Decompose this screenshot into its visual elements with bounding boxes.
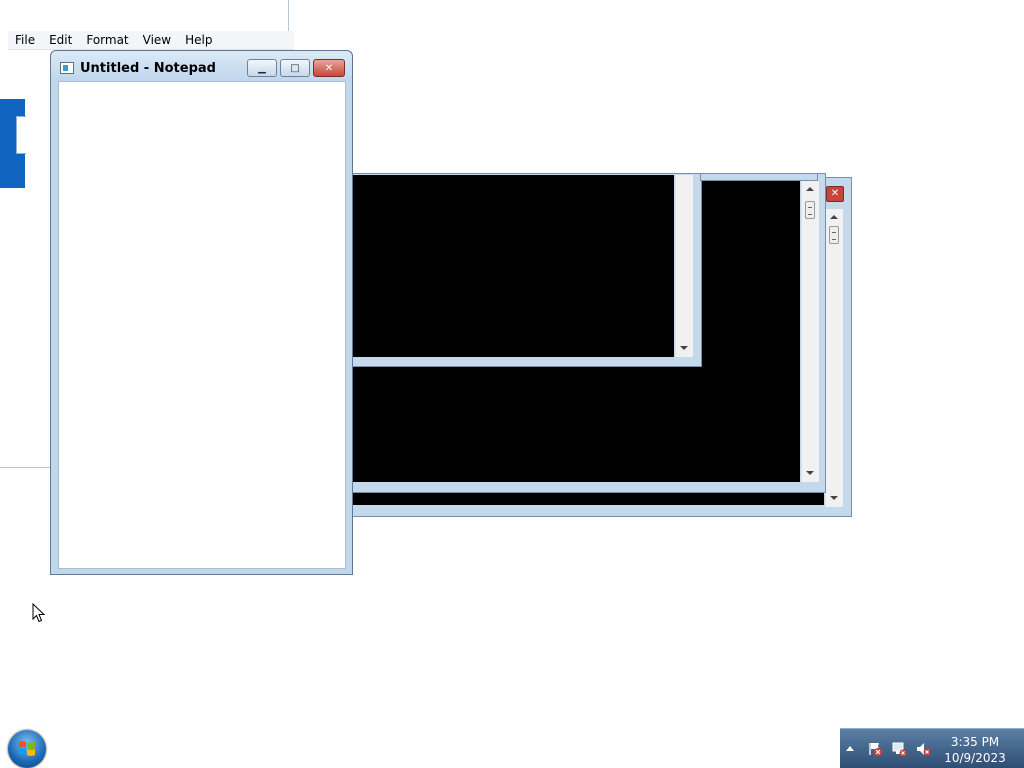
notepad-app-icon — [60, 62, 74, 74]
console-front-scrollbar[interactable] — [801, 181, 819, 482]
scroll-down-arrow-icon[interactable] — [830, 496, 838, 500]
action-center-flag-icon[interactable] — [867, 741, 883, 757]
clock-date: 10/9/2023 — [944, 751, 1006, 765]
start-button[interactable] — [8, 730, 46, 768]
system-tray: 3:35 PM 10/9/2023 — [840, 728, 1024, 768]
console-titlebar-strip — [700, 173, 818, 181]
notepad-text-area[interactable] — [58, 81, 346, 569]
menu-edit[interactable]: Edit — [42, 31, 79, 49]
menu-help[interactable]: Help — [178, 31, 219, 49]
scroll-down-arrow-icon[interactable] — [680, 346, 688, 350]
console-top-output — [352, 175, 674, 357]
console-back-scrollbar[interactable] — [825, 209, 843, 507]
network-icon[interactable] — [891, 741, 907, 757]
show-hidden-icons-icon[interactable] — [846, 746, 854, 751]
menu-view[interactable]: View — [136, 31, 178, 49]
minimize-button[interactable]: ▁ — [247, 59, 277, 77]
menu-bar: File Edit Format View Help — [8, 31, 294, 50]
notepad-window[interactable]: Untitled - Notepad ▁ □ ✕ — [50, 50, 353, 575]
maximize-icon: □ — [290, 62, 300, 74]
mouse-cursor-icon — [32, 603, 46, 623]
menu-file[interactable]: File — [8, 31, 42, 49]
scroll-down-arrow-icon[interactable] — [806, 471, 814, 475]
minimize-icon: ▁ — [258, 62, 266, 74]
taskbar-clock[interactable]: 3:35 PM 10/9/2023 — [940, 734, 1010, 766]
close-button[interactable]: ✕ — [313, 59, 345, 77]
volume-muted-icon[interactable] — [915, 741, 931, 757]
window-title: Untitled - Notepad — [80, 61, 216, 76]
scroll-thumb[interactable] — [829, 226, 839, 244]
close-icon: ✕ — [324, 62, 334, 74]
console-back-close-button[interactable]: ✕ — [826, 186, 844, 202]
menu-format[interactable]: Format — [79, 31, 135, 49]
clock-time: 3:35 PM — [950, 735, 1000, 749]
notepad-titlebar[interactable]: Untitled - Notepad ▁ □ ✕ — [51, 51, 352, 81]
scroll-up-arrow-icon[interactable] — [806, 187, 814, 191]
scroll-up-arrow-icon[interactable] — [830, 215, 838, 219]
maximize-button[interactable]: □ — [280, 59, 310, 77]
windows-logo-icon — [19, 741, 35, 756]
console-top-scrollbar[interactable] — [675, 175, 693, 357]
scroll-thumb[interactable] — [805, 201, 815, 219]
background-window-field — [16, 116, 26, 154]
